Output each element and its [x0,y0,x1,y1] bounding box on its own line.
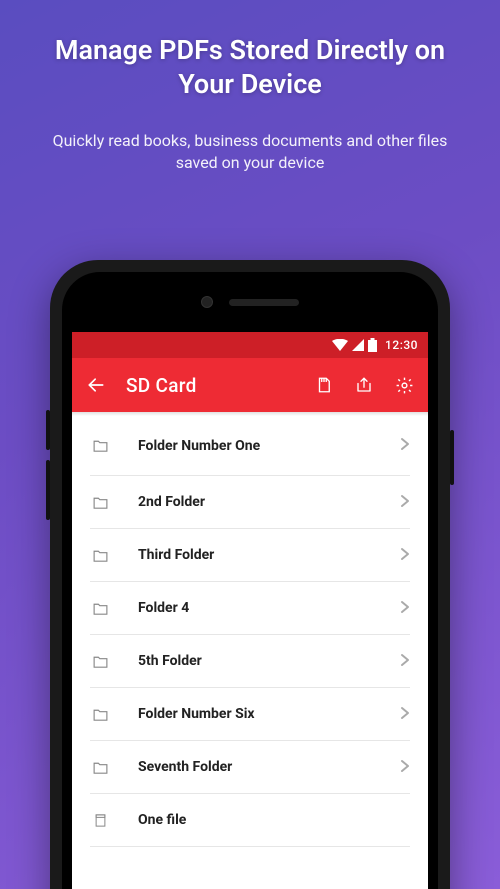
screen: 12:30 SD Card [72,332,428,889]
folder-icon [90,437,110,454]
app-bar-actions [315,376,414,395]
chevron-right-icon [400,599,410,618]
chevron-right-icon [400,546,410,565]
list-item[interactable]: 5th Folder [90,635,410,688]
list-item-label: Third Folder [128,547,382,563]
wifi-icon [332,339,348,351]
file-icon [90,812,110,829]
phone-bezel: 12:30 SD Card [62,272,438,889]
folder-icon [90,653,110,670]
list-item[interactable]: Third Folder [90,529,410,582]
folder-icon [90,547,110,564]
folder-icon [90,600,110,617]
chevron-right-icon [400,705,410,724]
list-item-label: 2nd Folder [128,494,382,510]
app-bar: SD Card [72,358,428,412]
list-item-label: Seventh Folder [128,759,382,775]
signal-icon [352,339,364,351]
page-title: SD Card [126,374,295,397]
settings-icon[interactable] [395,376,414,395]
list-item[interactable]: Folder Number Six [90,688,410,741]
earpiece [229,299,299,306]
chevron-right-icon [400,652,410,671]
folder-icon [90,759,110,776]
list-item-label: 5th Folder [128,653,382,669]
list-item[interactable]: One file [90,794,410,847]
list-item[interactable]: Folder Number One [90,416,410,476]
phone-side-button [46,460,50,520]
back-button[interactable] [86,375,106,395]
list-item-label: Folder Number One [128,438,382,454]
chevron-right-icon [400,436,410,455]
list-item[interactable]: Folder 4 [90,582,410,635]
folder-icon [90,706,110,723]
phone-frame: 12:30 SD Card [50,260,450,889]
sd-card-icon[interactable] [315,376,333,394]
folder-icon [90,494,110,511]
battery-icon [368,338,377,352]
list-item-label: Folder 4 [128,600,382,616]
phone-earpiece-row [72,282,428,322]
file-list[interactable]: Folder Number One 2nd Folder Third Folder F… [72,416,428,847]
hero: Manage PDFs Stored Directly on Your Devi… [0,0,500,174]
share-icon[interactable] [355,376,373,394]
list-item-label: Folder Number Six [128,706,382,722]
list-item[interactable]: Seventh Folder [90,741,410,794]
hero-title: Manage PDFs Stored Directly on Your Devi… [30,34,470,102]
hero-subtitle: Quickly read books, business documents a… [30,130,470,175]
phone-side-button [450,430,454,485]
front-camera [201,296,213,308]
list-item-label: One file [128,812,410,828]
phone-side-button [46,410,50,450]
list-item[interactable]: 2nd Folder [90,476,410,529]
chevron-right-icon [400,493,410,512]
status-bar: 12:30 [72,332,428,358]
chevron-right-icon [400,758,410,777]
status-time: 12:30 [385,338,418,352]
